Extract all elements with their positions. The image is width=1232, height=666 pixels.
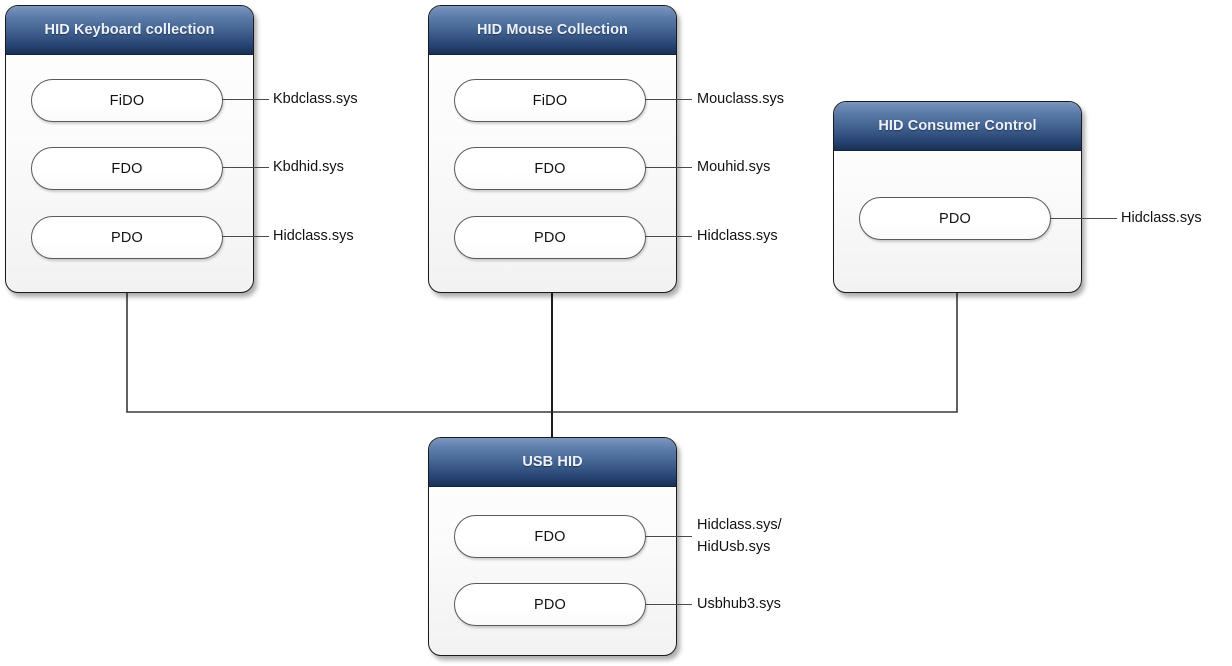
connector-keyboard-to-usbhid [126,293,552,413]
diagram-canvas: HID Keyboard collection FiDO FDO PDO Kbd… [0,0,1232,666]
device-node-label: PDO [533,229,567,246]
connector-consumer-to-usbhid [552,293,958,413]
group-body-hid-mouse-collection: FiDO FDO PDO [429,55,676,292]
group-title: HID Keyboard collection [44,22,215,38]
group-hid-keyboard-collection[interactable]: HID Keyboard collection FiDO FDO PDO [5,5,254,293]
device-node-pdo[interactable]: PDO [454,216,646,259]
group-body-hid-consumer-control: PDO [834,151,1081,292]
driver-label-hidclass-consumer: Hidclass.sys [1121,210,1202,226]
device-node-label: FDO [534,160,566,177]
driver-label-hidclass-mouse: Hidclass.sys [697,228,778,244]
driver-label-kbdclass: Kbdclass.sys [273,91,358,107]
driver-label-mouclass: Mouclass.sys [697,91,785,107]
group-title: USB HID [522,454,583,470]
group-header-usb-hid: USB HID [429,438,676,487]
leader-line-hidclass-hidusb [645,536,692,537]
leader-line-kbdhid [222,167,269,168]
device-node-label: FDO [534,528,566,545]
device-node-label: FiDO [109,92,145,109]
device-node-fdo[interactable]: FDO [454,147,646,190]
driver-label-kbdhid: Kbdhid.sys [273,159,344,175]
leader-line-mouhid [645,167,692,168]
device-node-fido[interactable]: FiDO [454,79,646,122]
group-header-hid-consumer-control: HID Consumer Control [834,102,1081,151]
group-title: HID Mouse Collection [476,22,629,38]
leader-line-usbhub3 [645,604,692,605]
leader-line-mouclass [645,99,692,100]
group-body-usb-hid: FDO PDO [429,487,676,655]
device-node-fdo[interactable]: FDO [31,147,223,190]
device-node-label: FiDO [532,92,568,109]
group-body-hid-keyboard-collection: FiDO FDO PDO [6,55,253,292]
group-header-hid-keyboard-collection: HID Keyboard collection [6,6,253,55]
leader-line-hidclass-keyboard [222,236,269,237]
leader-line-hidclass-mouse [645,236,692,237]
group-hid-consumer-control[interactable]: HID Consumer Control PDO [833,101,1082,293]
device-node-fido[interactable]: FiDO [31,79,223,122]
device-node-label: FDO [111,160,143,177]
driver-label-hidclass-keyboard: Hidclass.sys [273,228,354,244]
driver-label-usbhub3: Usbhub3.sys [697,596,781,612]
group-header-hid-mouse-collection: HID Mouse Collection [429,6,676,55]
driver-label-hidclass-hidusb: Hidclass.sys/ HidUsb.sys [697,517,782,556]
group-title: HID Consumer Control [878,118,1037,134]
group-hid-mouse-collection[interactable]: HID Mouse Collection FiDO FDO PDO [428,5,677,293]
leader-line-kbdclass [222,99,269,100]
device-node-pdo[interactable]: PDO [454,583,646,626]
device-node-fdo[interactable]: FDO [454,515,646,558]
device-node-pdo[interactable]: PDO [859,197,1051,240]
device-node-pdo[interactable]: PDO [31,216,223,259]
device-node-label: PDO [938,210,972,227]
driver-label-mouhid: Mouhid.sys [697,159,771,175]
group-usb-hid[interactable]: USB HID FDO PDO [428,437,677,656]
leader-line-hidclass-consumer [1050,218,1117,219]
device-node-label: PDO [533,596,567,613]
device-node-label: PDO [110,229,144,246]
